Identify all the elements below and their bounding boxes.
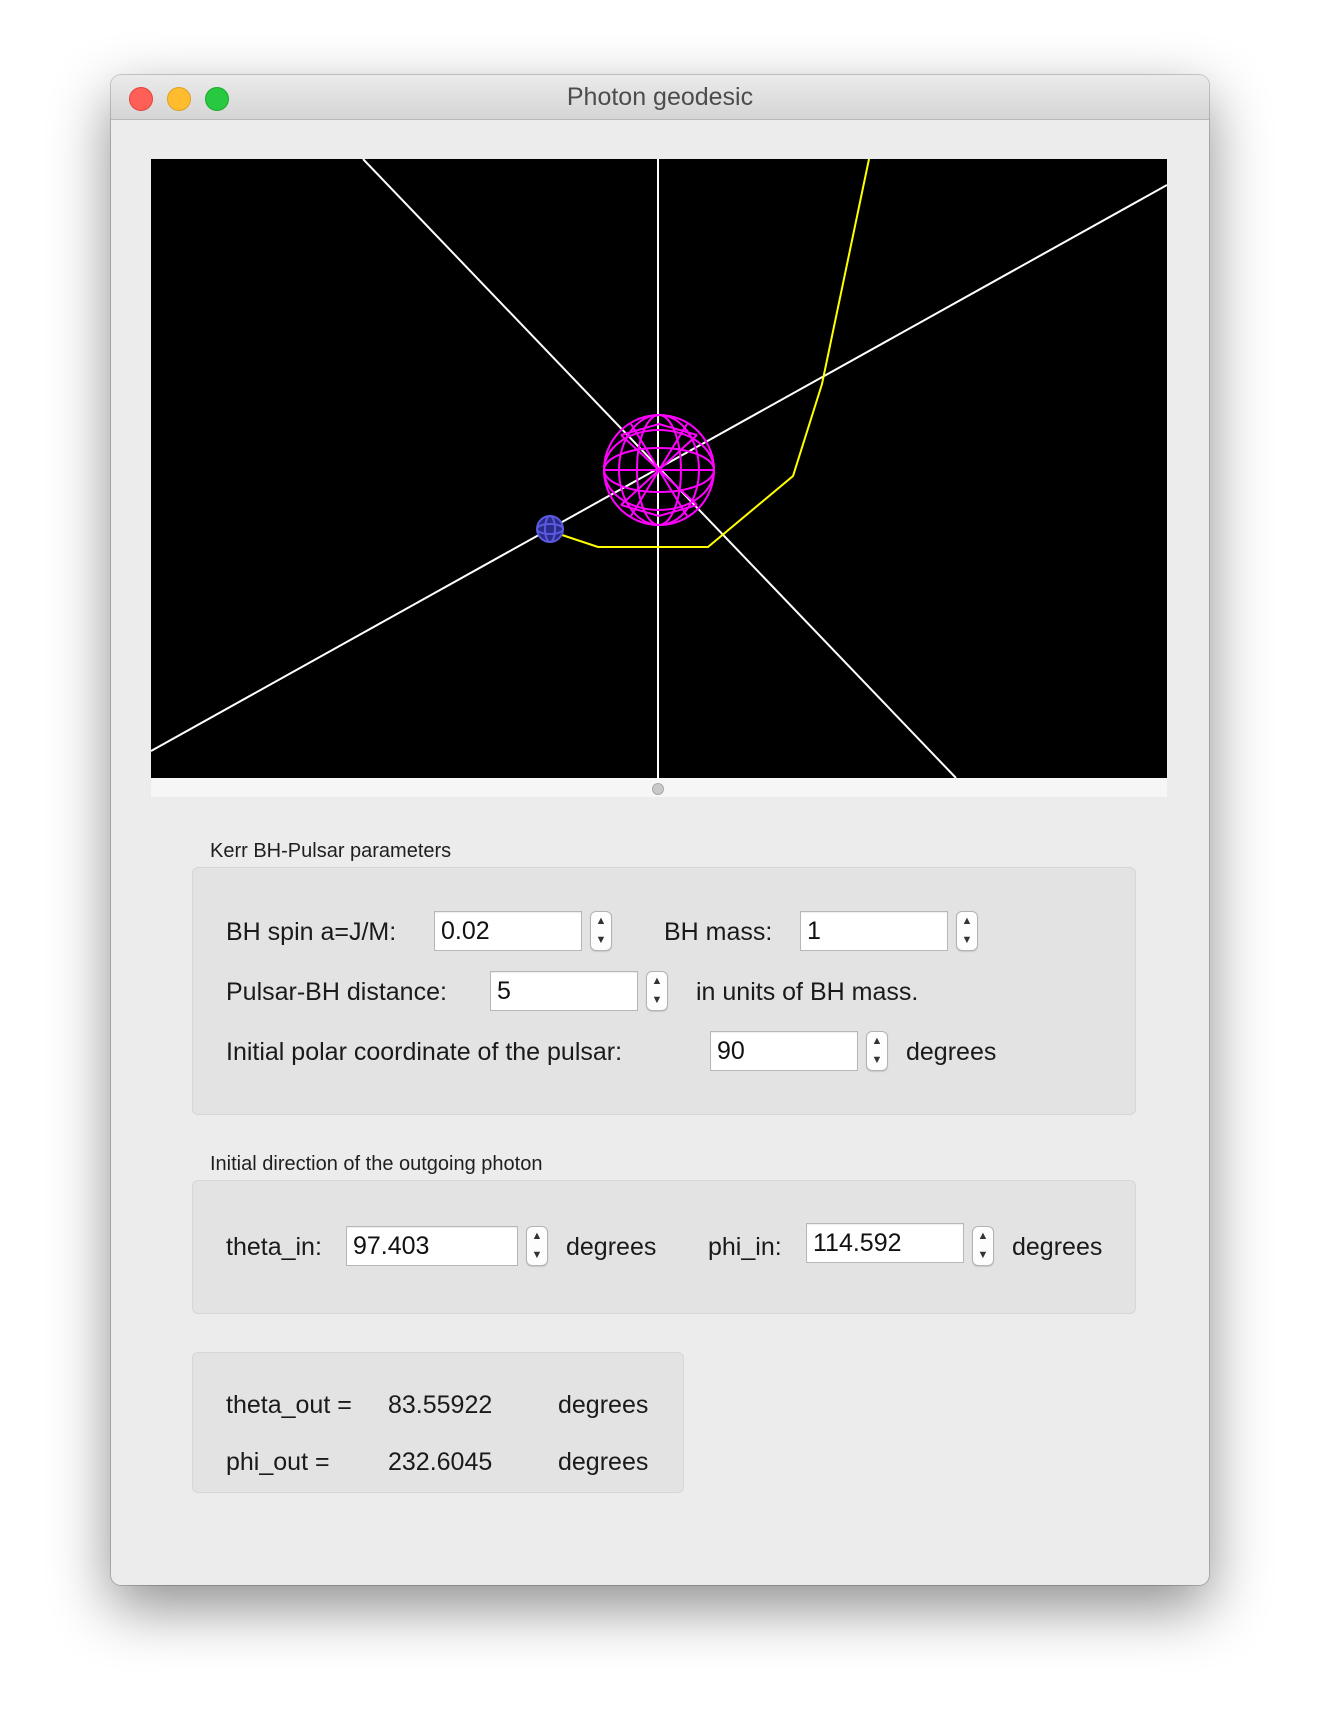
distance-input[interactable] xyxy=(490,971,638,1011)
chevron-up-icon[interactable]: ▲ xyxy=(527,1227,547,1246)
distance-stepper[interactable]: ▲ ▼ xyxy=(646,971,668,1011)
distance-label: Pulsar-BH distance: xyxy=(226,978,447,1006)
chevron-up-icon[interactable]: ▲ xyxy=(647,972,667,991)
polar-unit: degrees xyxy=(906,1038,997,1066)
theta-out-unit: degrees xyxy=(558,1391,649,1419)
mass-label: BH mass: xyxy=(664,918,773,946)
app-window: Photon geodesic Kerr BH-Pulsar parameter… xyxy=(111,75,1209,1585)
scene-svg xyxy=(151,159,1167,778)
phi-in-unit: degrees xyxy=(1012,1233,1103,1261)
window-title: Photon geodesic xyxy=(566,83,754,111)
kerr-group-label: Kerr BH-Pulsar parameters xyxy=(210,840,452,862)
chevron-down-icon[interactable]: ▼ xyxy=(957,931,977,950)
phi-out-value: 232.6045 xyxy=(388,1448,493,1476)
phi-in-input[interactable] xyxy=(806,1223,964,1263)
distance-unit: in units of BH mass. xyxy=(696,978,919,1006)
spin-stepper[interactable]: ▲ ▼ xyxy=(590,911,612,951)
viewport-container xyxy=(151,159,1167,797)
chevron-up-icon[interactable]: ▲ xyxy=(591,912,611,931)
phi-out-label: phi_out = xyxy=(226,1448,330,1476)
chevron-down-icon[interactable]: ▼ xyxy=(867,1051,887,1070)
theta-in-label: theta_in: xyxy=(226,1233,322,1261)
chevron-down-icon[interactable]: ▼ xyxy=(973,1246,993,1265)
chevron-down-icon[interactable]: ▼ xyxy=(647,991,667,1010)
direction-group-label: Initial direction of the outgoing photon xyxy=(210,1153,543,1175)
polar-stepper[interactable]: ▲ ▼ xyxy=(866,1031,888,1071)
phi-out-unit: degrees xyxy=(558,1448,649,1476)
pulsar-sphere xyxy=(536,515,564,543)
chevron-down-icon[interactable]: ▼ xyxy=(527,1246,547,1265)
phi-in-stepper[interactable]: ▲ ▼ xyxy=(972,1226,994,1266)
mass-input[interactable] xyxy=(800,911,948,951)
chevron-up-icon[interactable]: ▲ xyxy=(957,912,977,931)
polar-label: Initial polar coordinate of the pulsar: xyxy=(226,1038,623,1066)
chevron-up-icon[interactable]: ▲ xyxy=(867,1032,887,1051)
polar-input[interactable] xyxy=(710,1031,858,1071)
theta-out-value: 83.55922 xyxy=(388,1391,493,1419)
splitter-handle[interactable] xyxy=(652,783,664,795)
theta-in-stepper[interactable]: ▲ ▼ xyxy=(526,1226,548,1266)
phi-in-label: phi_in: xyxy=(708,1233,782,1261)
chevron-down-icon[interactable]: ▼ xyxy=(591,931,611,950)
theta-in-unit: degrees xyxy=(566,1233,657,1261)
photon-geodesic xyxy=(549,159,870,548)
3d-viewport[interactable] xyxy=(151,159,1167,778)
theta-in-input[interactable] xyxy=(346,1226,518,1266)
theta-out-label: theta_out = xyxy=(226,1391,352,1419)
spin-label: BH spin a=J/M: xyxy=(226,918,397,946)
mass-stepper[interactable]: ▲ ▼ xyxy=(956,911,978,951)
title-bar[interactable]: Photon geodesic xyxy=(111,75,1209,120)
direction-group xyxy=(192,1180,1136,1314)
chevron-up-icon[interactable]: ▲ xyxy=(973,1227,993,1246)
spin-input[interactable] xyxy=(434,911,582,951)
